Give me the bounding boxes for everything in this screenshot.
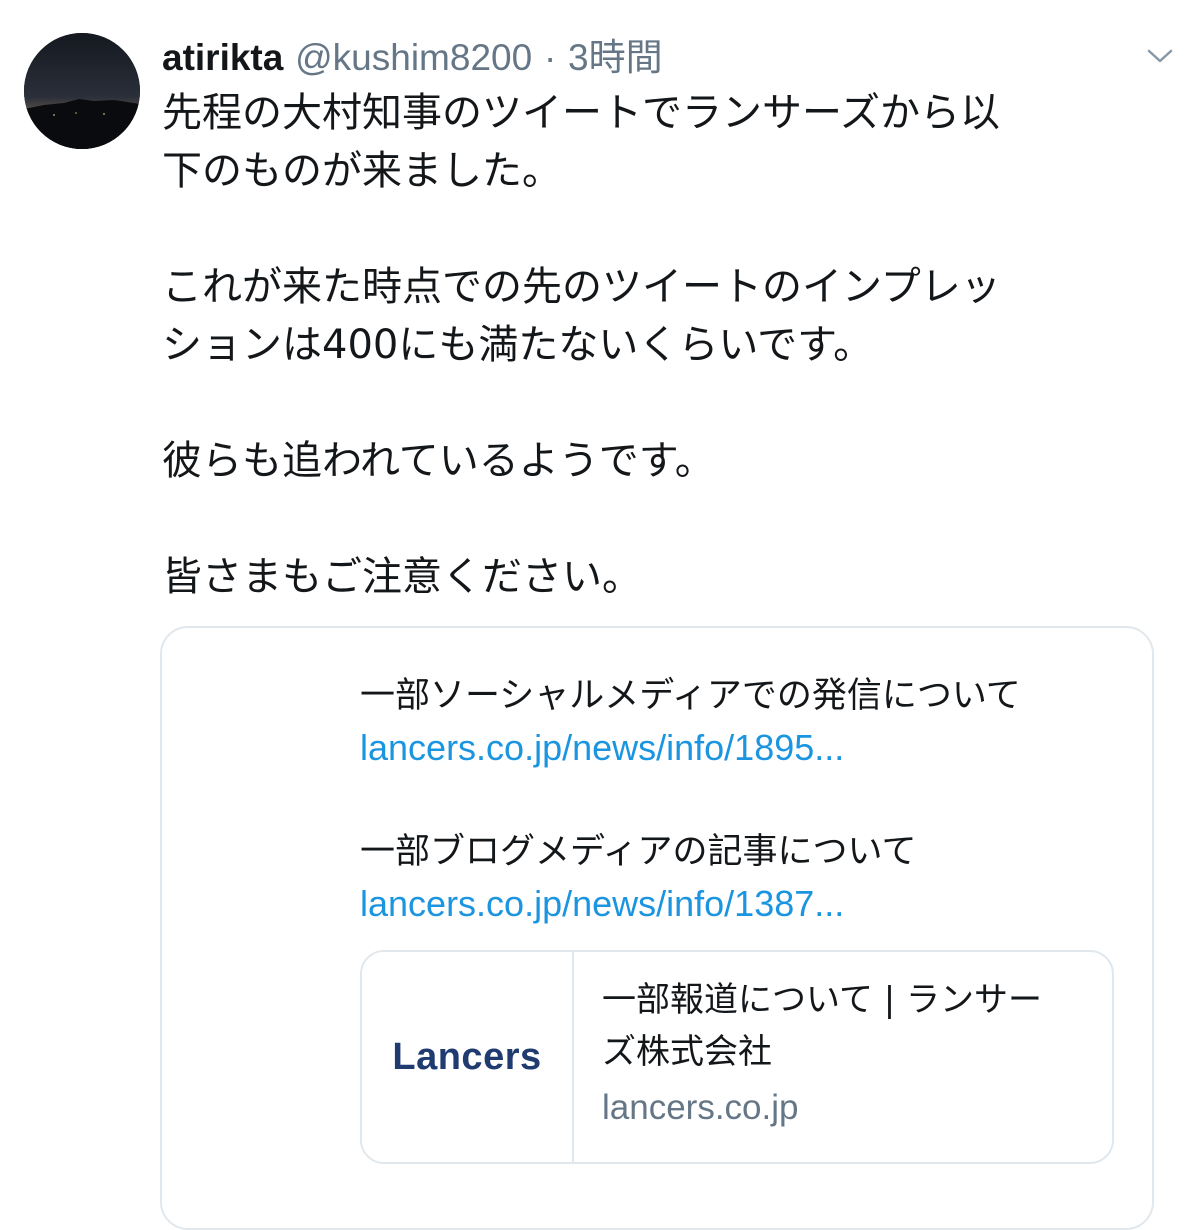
tweet-text-line: 彼らも追われているようです。: [162, 438, 715, 484]
tweet-text: 先程の大村知事のツイートでランサーズから以 下のものが来ました。 これが来た時点…: [162, 84, 1147, 606]
tweet-text-line: ションは400にも満たないくらいです。: [162, 322, 874, 368]
tweet-text-line: 下のものが来ました。: [162, 148, 562, 194]
quoted-item-title: 一部ブログメディアの記事について: [360, 832, 917, 872]
timestamp[interactable]: 3時間: [568, 37, 663, 78]
lancers-logo: Lancers: [392, 1035, 542, 1078]
link-card-title: ズ株式会社: [602, 1032, 772, 1072]
author-handle[interactable]: @kushim8200: [295, 37, 532, 78]
author-name[interactable]: atirikta: [162, 37, 283, 78]
link-card-info: 一部報道について | ランサー ズ株式会社 lancers.co.jp: [602, 974, 1092, 1132]
avatar[interactable]: [24, 33, 140, 149]
quoted-tweet[interactable]: 一部ソーシャルメディアでの発信について lancers.co.jp/news/i…: [160, 626, 1154, 1230]
quoted-tweet-body: 一部ソーシャルメディアでの発信について lancers.co.jp/news/i…: [360, 670, 1021, 930]
link-card-domain: lancers.co.jp: [602, 1088, 799, 1127]
quoted-item-title: 一部ソーシャルメディアでの発信について: [360, 676, 1021, 716]
tweet-text-line: 先程の大村知事のツイートでランサーズから以: [162, 90, 1000, 136]
link-preview-card[interactable]: Lancers 一部報道について | ランサー ズ株式会社 lancers.co…: [360, 950, 1114, 1164]
avatar-night-landscape: [24, 33, 140, 149]
tweet-menu-button[interactable]: [1145, 44, 1175, 68]
link-card-title: 一部報道について | ランサー: [602, 980, 1043, 1020]
header-separator: ·: [543, 37, 557, 78]
tweet-text-line: 皆さまもご注意ください。: [162, 554, 642, 600]
link-card-thumbnail: Lancers: [362, 952, 574, 1162]
quoted-item-link[interactable]: lancers.co.jp/news/info/1387...: [360, 878, 1021, 930]
tweet-text-line: これが来た時点での先のツイートのインプレッ: [162, 264, 1001, 310]
chevron-down-icon: [1147, 49, 1173, 63]
tweet-header: atirikta @kushim8200 · 3時間: [162, 30, 663, 86]
quoted-item-link[interactable]: lancers.co.jp/news/info/1895...: [360, 722, 1021, 774]
